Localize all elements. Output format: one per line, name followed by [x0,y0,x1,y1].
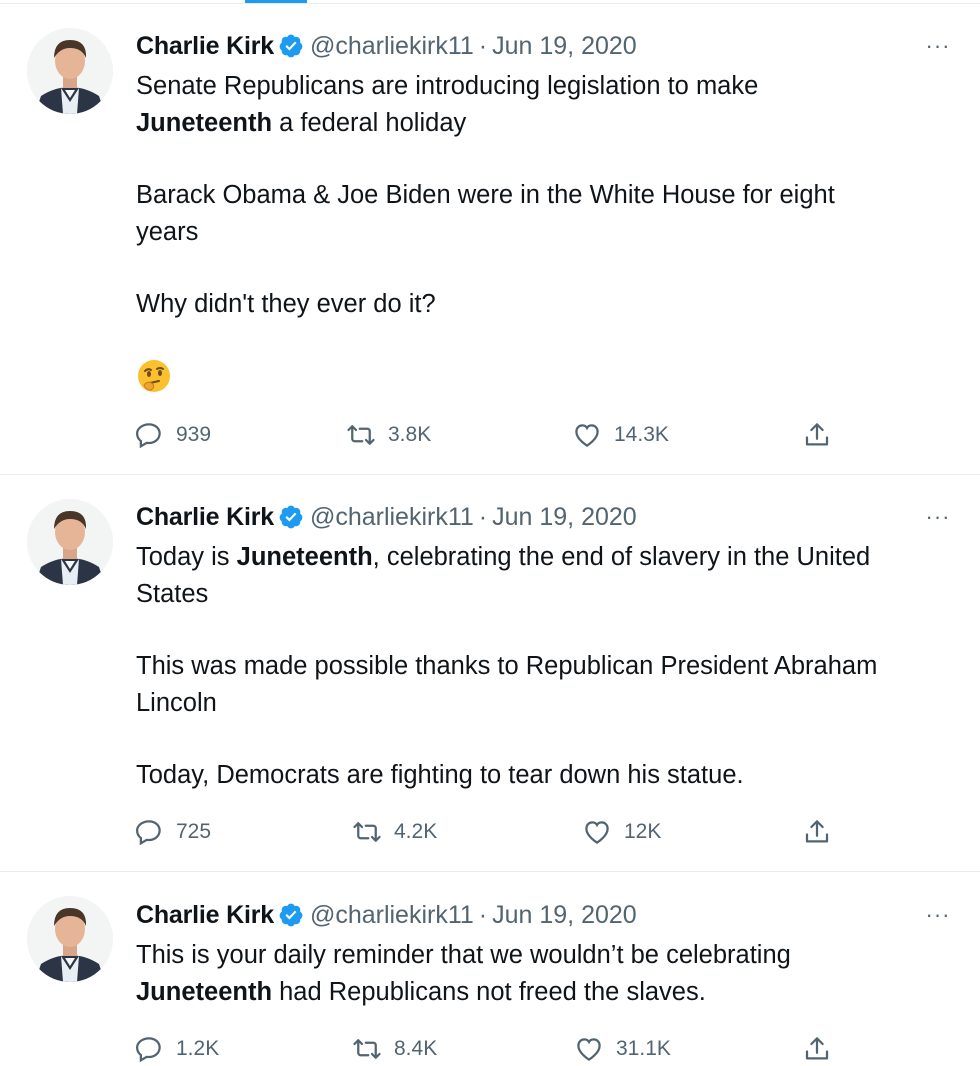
retweet-count: 8.4K [394,1037,438,1060]
tweet-line [136,358,956,405]
tweet-line: Today, Democrats are fighting to tear do… [136,761,744,789]
tweet-actions: 1.2K 8.4K 31.1K [134,1032,854,1066]
retweet-icon [347,425,375,445]
retweet-button[interactable]: 3.8K [346,418,431,452]
tweet-line: This is your daily reminder that we woul… [136,941,791,969]
verified-badge-icon [278,33,304,59]
reply-icon [135,820,161,846]
tweet-text: Senate Republicans are introducing legis… [136,68,956,405]
thinking-face-emoji-icon [136,358,172,394]
like-count: 31.1K [616,1037,671,1060]
separator: · [478,502,488,531]
more-options-button[interactable]: ··· [918,33,958,58]
retweet-count: 3.8K [388,423,432,446]
author-handle[interactable]: @charliekirk11 [310,503,474,532]
tweet-line: This was made possible thanks to Republi… [136,652,878,680]
retweet-icon [353,822,381,842]
heart-icon [575,424,599,447]
reply-count: 725 [176,820,212,843]
like-button[interactable]: 12K [582,815,661,849]
reply-button[interactable]: 1.2K [134,1032,219,1066]
tweet-line: Senate Republicans are introducing legis… [136,72,759,100]
tweet[interactable]: Charlie Kirk @charliekirk11 · Jun 19, 20… [0,475,980,871]
tweet-line-pre: Today is [136,543,237,571]
heart-icon [577,1038,601,1061]
like-button[interactable]: 14.3K [572,418,669,452]
tweet-header: Charlie Kirk @charliekirk11 · Jun 19, 20… [136,30,637,62]
separator: · [478,31,488,60]
tweet-date[interactable]: Jun 19, 2020 [492,901,637,930]
tweet-date[interactable]: Jun 19, 2020 [492,32,637,61]
retweet-button[interactable]: 8.4K [352,1032,437,1066]
like-button[interactable]: 31.1K [574,1032,671,1066]
retweet-count: 4.2K [394,820,438,843]
more-options-button[interactable]: ··· [918,902,958,927]
hashtag-text: Juneteenth [136,109,273,137]
tweet-line: States [136,580,209,608]
verified-badge-icon [278,504,304,530]
tweet-line: Why didn't they ever do it? [136,290,436,318]
tweet-header: Charlie Kirk @charliekirk11 · Jun 19, 20… [136,501,637,533]
tweet-line: Barack Obama & Joe Biden were in the Whi… [136,181,835,209]
reply-count: 939 [176,423,212,446]
tweet-text: This is your daily reminder that we woul… [136,937,956,1011]
avatar[interactable] [27,896,113,982]
tweet-line-rest: , celebrating the end of slavery in the … [372,543,871,571]
hashtag-text: Juneteenth [136,978,273,1006]
separator: · [478,900,488,929]
tweet-text: Today is Juneteenth, celebrating the end… [136,539,956,794]
verified-badge-icon [278,902,304,928]
tweet-date[interactable]: Jun 19, 2020 [492,503,637,532]
tweet-line-rest: a federal holiday [272,109,467,137]
tweet-line: years [136,218,199,246]
like-count: 14.3K [614,423,669,446]
avatar[interactable] [27,499,113,585]
share-icon [805,820,829,843]
tweet[interactable]: Charlie Kirk @charliekirk11 · Jun 19, 20… [0,0,980,474]
author-name[interactable]: Charlie Kirk [136,503,274,532]
avatar[interactable] [27,28,113,114]
tweet-line: Today is Juneteenth, celebrating the end… [136,539,956,576]
tweet-actions: 725 4.2K 12K [134,815,854,849]
author-handle[interactable]: @charliekirk11 [310,32,474,61]
share-button[interactable] [802,1032,844,1066]
reply-button[interactable]: 939 [134,418,211,452]
tweet-actions: 939 3.8K 14.3K [134,418,854,452]
reply-count: 1.2K [176,1037,220,1060]
author-name[interactable]: Charlie Kirk [136,32,274,61]
share-icon [805,423,829,446]
reply-button[interactable]: 725 [134,815,211,849]
reply-icon [135,423,161,449]
retweet-icon [353,1039,381,1059]
share-button[interactable] [802,815,844,849]
tweet[interactable]: Charlie Kirk @charliekirk11 · Jun 19, 20… [0,872,980,1066]
tweet-line: Lincoln [136,689,217,717]
author-name[interactable]: Charlie Kirk [136,901,274,930]
tweet-line: Juneteenth had Republicans not freed the… [136,974,956,1011]
hashtag-text: Juneteenth [236,543,373,571]
like-count: 12K [624,820,662,843]
author-handle[interactable]: @charliekirk11 [310,901,474,930]
more-options-button[interactable]: ··· [918,504,958,529]
heart-icon [585,821,609,844]
reply-icon [135,1037,161,1063]
share-button[interactable] [802,418,844,452]
retweet-button[interactable]: 4.2K [352,815,437,849]
share-icon [805,1037,829,1060]
tweet-header: Charlie Kirk @charliekirk11 · Jun 19, 20… [136,899,637,931]
tweet-line: Juneteenth a federal holiday [136,105,956,142]
tweet-line-rest: had Republicans not freed the slaves. [272,978,706,1006]
